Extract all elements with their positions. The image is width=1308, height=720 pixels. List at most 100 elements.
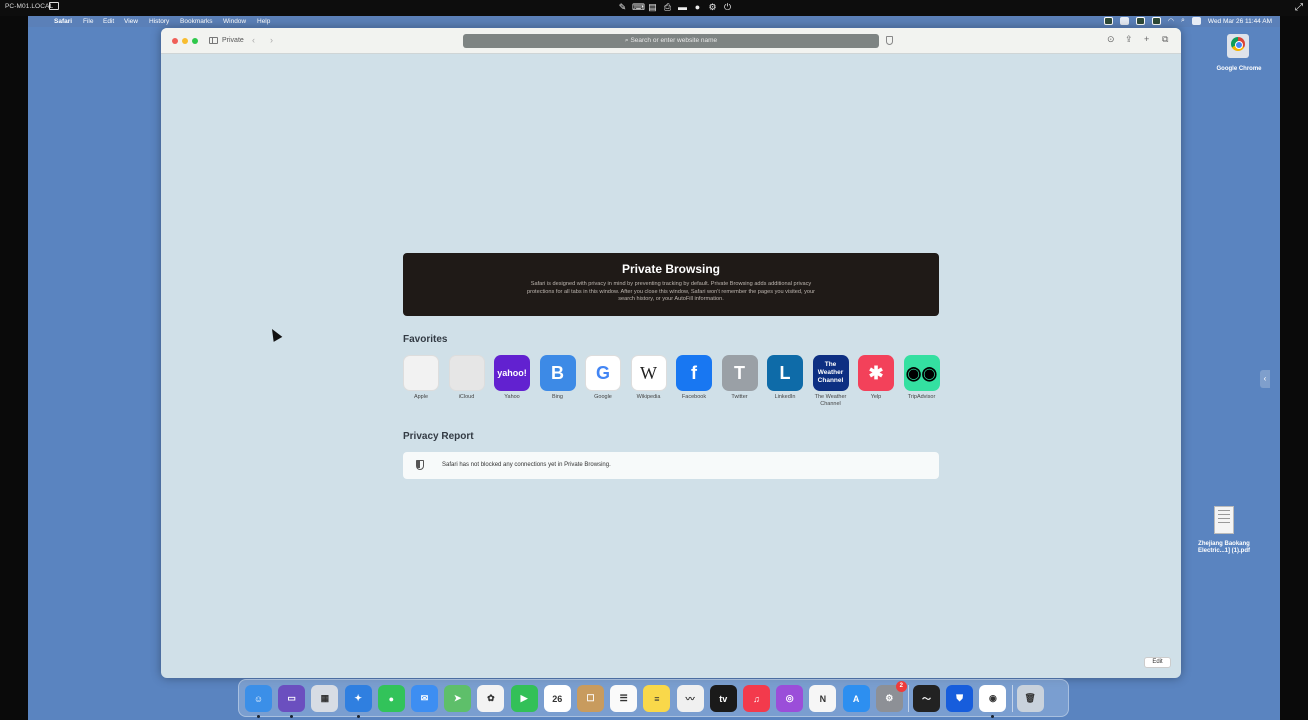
shield-icon	[416, 460, 424, 470]
facebook-icon: f	[676, 355, 712, 391]
menu-bookmarks[interactable]: Bookmarks	[180, 18, 213, 25]
icloud-icon	[448, 355, 485, 391]
pdf-file-label[interactable]: Zhejiang Baokang Electric...1] (1).pdf	[1194, 541, 1254, 555]
edit-icon[interactable]: ✎	[617, 2, 628, 13]
tab-overview-icon[interactable]: ⧉	[1162, 34, 1168, 45]
menu-view[interactable]: View	[124, 18, 138, 25]
running-indicator	[257, 715, 260, 718]
favorite-yelp[interactable]: ✱ Yelp	[858, 355, 894, 401]
favorite-twitter[interactable]: T Twitter	[721, 355, 758, 401]
favorite-wikipedia[interactable]: W Wikipedia	[630, 355, 667, 401]
favorite-apple[interactable]: Apple	[403, 355, 439, 401]
monitor-icon[interactable]	[49, 2, 59, 10]
menu-file[interactable]: File	[83, 18, 93, 25]
dock-reminders-icon[interactable]: ☰	[610, 685, 638, 712]
menu-window[interactable]: Window	[223, 18, 246, 25]
chrome-desktop-label[interactable]: Google Chrome	[1214, 66, 1264, 72]
dock-news-icon[interactable]: N	[809, 685, 837, 712]
chrome-logo-icon	[1231, 37, 1245, 51]
dock-maps-icon[interactable]: ➤	[444, 685, 472, 712]
favorite-label: Yelp	[870, 394, 882, 400]
address-bar[interactable]: ⌕ Search or enter website name	[463, 34, 879, 48]
close-window-button[interactable]	[172, 38, 178, 44]
dock-calendar-icon[interactable]: 26	[543, 685, 571, 712]
dock-launchpad-icon[interactable]: ▦	[311, 685, 339, 712]
favorite-linkedin[interactable]: L LinkedIn	[767, 355, 803, 401]
dock-app-store-icon[interactable]: A	[842, 685, 870, 712]
gear-icon[interactable]: ⚙	[707, 2, 718, 13]
zoom-window-button[interactable]	[192, 38, 198, 44]
favorite-the-weather-channel[interactable]: The Weather Channel The Weather Channel	[812, 355, 849, 407]
dock-mail-icon[interactable]: ✉	[411, 685, 438, 712]
favorites-grid: Apple iCloud yahoo! Yahoo B Bing G Google W Wikip…	[403, 355, 943, 415]
favorite-yahoo[interactable]: yahoo! Yahoo	[494, 355, 530, 401]
dock-google-chrome-icon[interactable]: ◉	[979, 685, 1007, 712]
yahoo-icon: yahoo!	[494, 355, 530, 391]
dock-music-icon[interactable]: ♫	[743, 685, 770, 712]
favorite-facebook[interactable]: f Facebook	[676, 355, 712, 401]
pdf-file-icon[interactable]	[1214, 506, 1234, 534]
dock-system-settings-icon[interactable]: ⚙ 2	[875, 681, 907, 712]
status-window-icon[interactable]	[1119, 17, 1129, 25]
privacy-report-text: Safari has not blocked any connections y…	[442, 462, 611, 468]
menu-help[interactable]: Help	[257, 18, 270, 25]
dock-podcasts-icon[interactable]: ◎	[776, 685, 804, 712]
dock-activity-monitor-icon[interactable]: 〜	[913, 685, 940, 712]
status-app-icon[interactable]	[1103, 17, 1113, 25]
desktop: Safari File Edit View History Bookmarks …	[28, 16, 1280, 720]
privacy-report-card[interactable]: Safari has not blocked any connections y…	[403, 452, 939, 479]
privacy-shield-icon[interactable]	[886, 36, 893, 45]
share-icon[interactable]: ⇪	[1125, 34, 1133, 45]
dock-messages-icon[interactable]: ●	[377, 685, 405, 712]
fullscreen-icon[interactable]: ⤢	[1295, 2, 1303, 13]
favorite-google[interactable]: G Google	[585, 355, 621, 401]
favorite-tripadvisor[interactable]: ◉◉ TripAdvisor	[903, 355, 940, 401]
status-area: ◠ ⌕ Wed Mar 26 11:44 AM	[1103, 17, 1272, 25]
menu-bar: Safari File Edit View History Bookmarks …	[28, 16, 1280, 27]
dock-trash-icon[interactable]: 🗑	[1016, 685, 1044, 712]
dock-photos-icon[interactable]: ✿	[477, 685, 505, 712]
status-tool-icon[interactable]	[1135, 17, 1145, 25]
dock-app-2-icon[interactable]: ▭	[278, 685, 306, 712]
favorite-icloud[interactable]: iCloud	[448, 355, 485, 401]
favorite-label: The Weather Channel	[814, 394, 847, 407]
folder-icon[interactable]: ▬	[677, 2, 688, 13]
edit-start-page-button[interactable]: Edit	[1144, 657, 1171, 668]
notification-badge: 2	[895, 681, 907, 692]
power-icon[interactable]: ⏻	[722, 2, 733, 13]
dock-apple-tv-icon[interactable]: tv	[709, 685, 737, 712]
control-center-icon[interactable]	[1191, 17, 1201, 25]
sidebar-toggle-icon[interactable]	[209, 37, 218, 44]
running-indicator	[356, 715, 360, 718]
chat-icon[interactable]: ●	[692, 2, 703, 13]
status-cloud-icon[interactable]	[1151, 17, 1161, 25]
forward-button[interactable]: ›	[270, 35, 273, 45]
menu-clock[interactable]: Wed Mar 26 11:44 AM	[1208, 18, 1272, 25]
wifi-icon[interactable]: ◠	[1168, 17, 1174, 25]
back-button[interactable]: ‹	[252, 35, 255, 45]
dock-finder-icon[interactable]: ☺	[245, 685, 272, 712]
downloads-icon[interactable]: ⊙	[1107, 34, 1115, 45]
dock-freeform-icon[interactable]: 〰	[676, 685, 704, 712]
dock-notes-icon[interactable]: ≡	[643, 685, 671, 712]
left-letterbox	[0, 16, 28, 720]
side-collapse-tab[interactable]: ‹	[1260, 370, 1270, 388]
menu-edit[interactable]: Edit	[103, 18, 114, 25]
clipboard-icon[interactable]: ▤	[647, 2, 658, 13]
new-tab-icon[interactable]: +	[1144, 34, 1149, 44]
chrome-desktop-icon[interactable]	[1227, 34, 1249, 58]
dock-safari-icon[interactable]: ✦	[344, 685, 372, 712]
print-icon[interactable]: ⎙	[662, 2, 673, 13]
yelp-icon: ✱	[858, 355, 894, 391]
menu-history[interactable]: History	[149, 18, 169, 25]
dock-contacts-icon[interactable]: ☐	[577, 685, 604, 712]
menu-app-name[interactable]: Safari	[54, 18, 72, 25]
favorite-bing[interactable]: B Bing	[539, 355, 576, 401]
the-weather-channel-icon: The Weather Channel	[812, 355, 849, 391]
keyboard-icon[interactable]: ⌨	[632, 2, 645, 13]
host-label: PC-M01.LOCAL	[5, 3, 54, 10]
dock-bitwarden-icon[interactable]: ⛊	[946, 685, 974, 712]
spotlight-icon[interactable]: ⌕	[1181, 17, 1185, 25]
dock-facetime-icon[interactable]: ▶	[510, 685, 538, 712]
minimize-window-button[interactable]	[182, 38, 188, 44]
